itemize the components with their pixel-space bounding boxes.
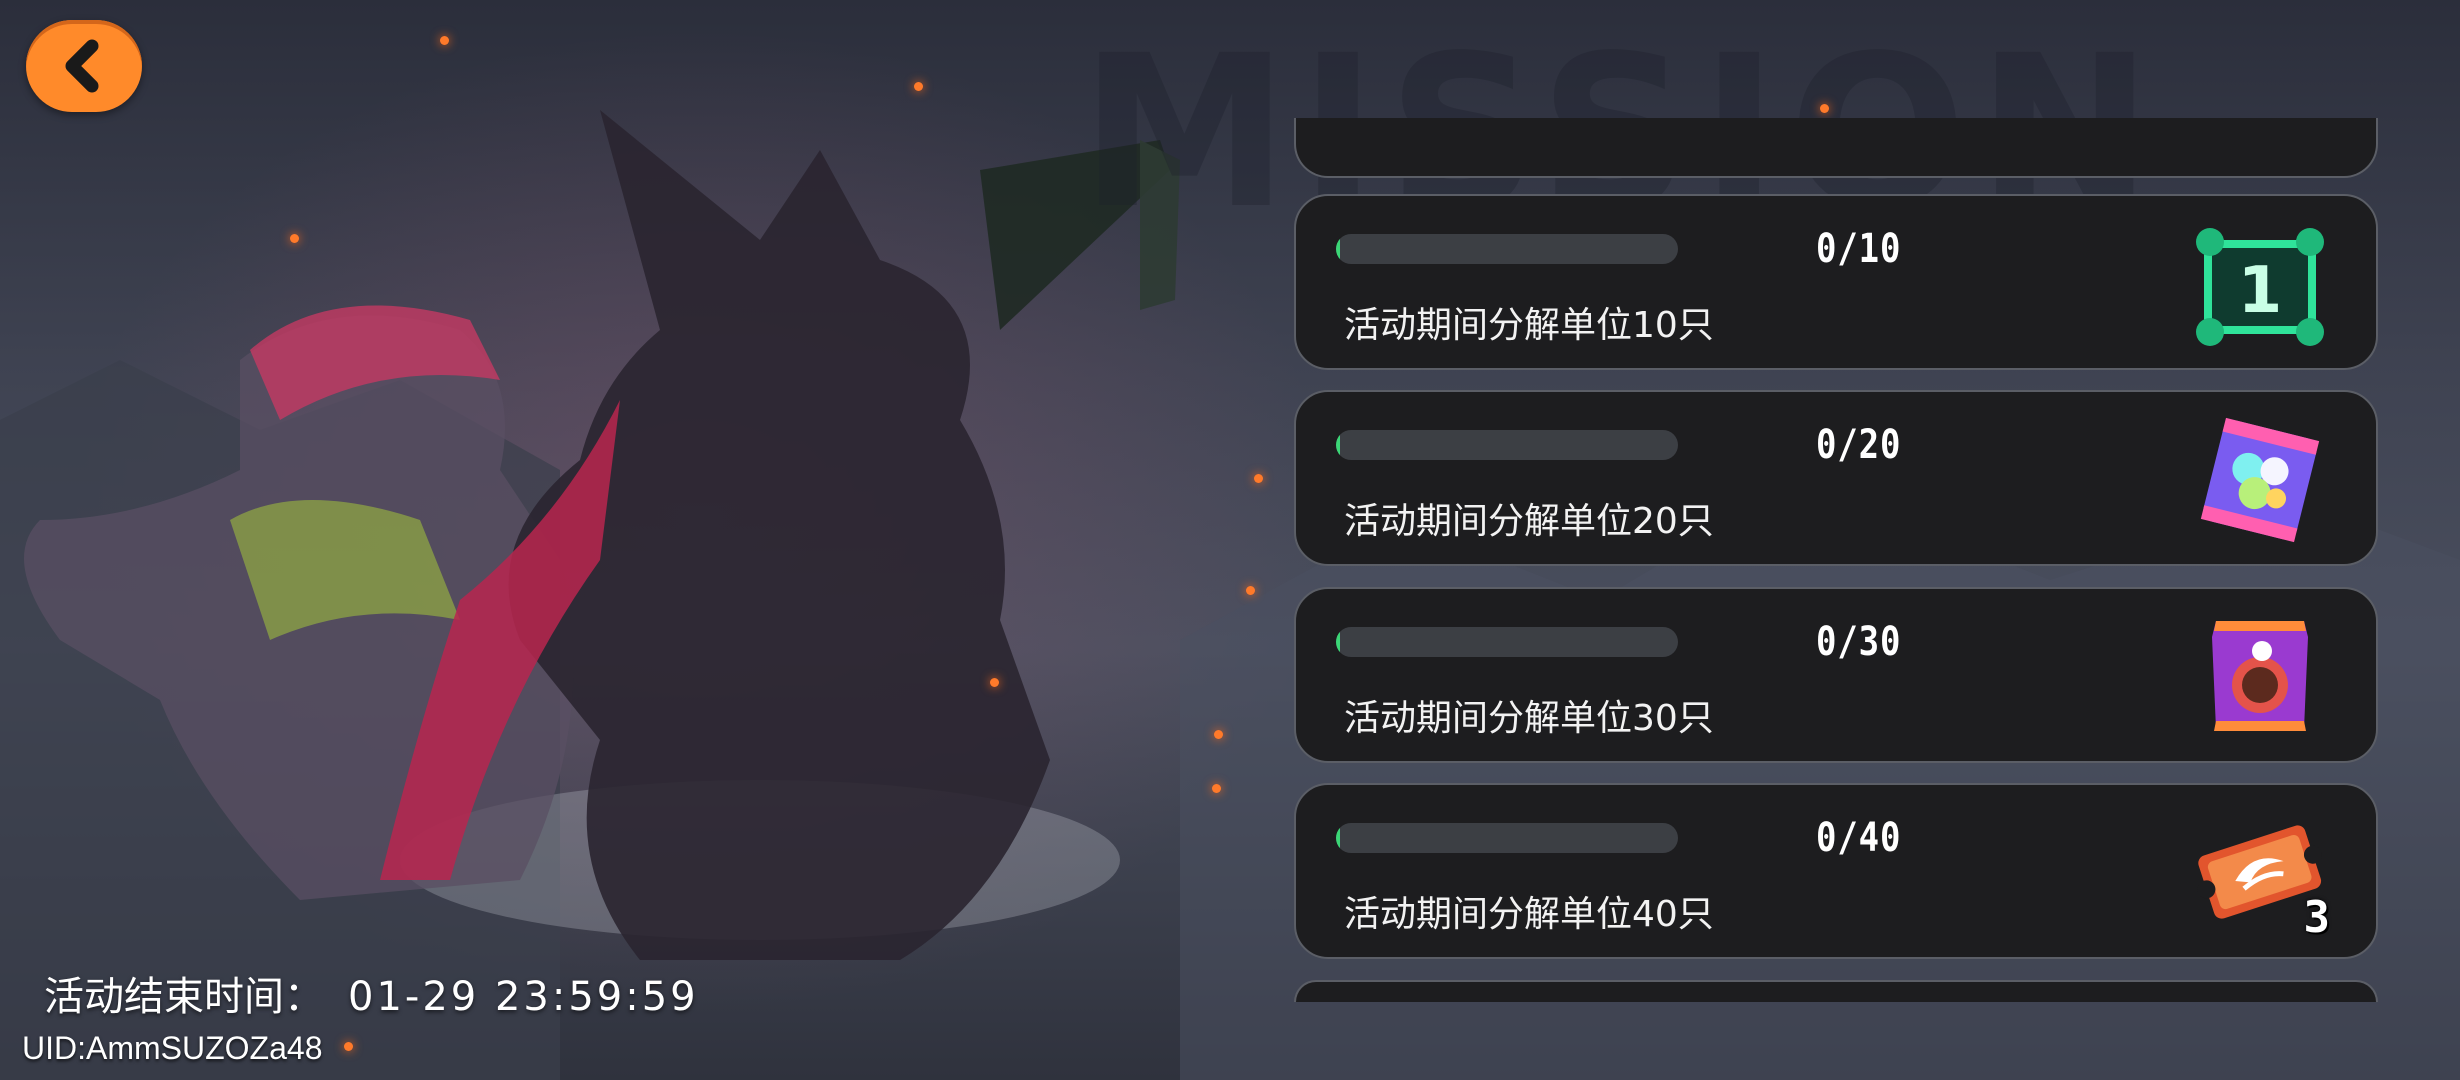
mission-card[interactable]: 0/40 活动期间分解单位40只 3	[1294, 783, 2378, 959]
ember-particle	[290, 234, 299, 243]
reward-item[interactable]	[2190, 410, 2330, 550]
mission-description: 活动期间分解单位20只	[1344, 501, 1714, 542]
end-time-label: 活动结束时间：	[44, 974, 324, 1020]
candy-pack-icon	[2190, 410, 2330, 550]
ember-particle	[1212, 784, 1221, 793]
progress-bar	[1336, 430, 1678, 460]
ember-particle	[914, 82, 923, 91]
ember-particle	[440, 36, 449, 45]
mission-card-partial-bottom	[1294, 980, 2378, 1002]
mission-card[interactable]: 0/10 活动期间分解单位10只 1	[1294, 194, 2378, 370]
progress-bar	[1336, 823, 1678, 853]
event-screen: MISSION 0/10活动期间分解单位10只10/20活动期间分解单位20只0…	[0, 0, 2460, 1080]
progress-count: 0/30	[1816, 619, 1902, 665]
reward-item[interactable]: 3	[2190, 803, 2330, 943]
event-end-time: 活动结束时间： 01-29 23:59:59	[44, 964, 699, 1022]
chevron-left-icon	[65, 39, 99, 93]
progress-start-marker	[1336, 827, 1340, 849]
ember-particle	[1820, 104, 1829, 113]
reward-item[interactable]: 1	[2190, 214, 2330, 354]
user-id: UID:AmmSUZOZa48	[22, 1030, 323, 1066]
progress-start-marker	[1336, 434, 1340, 456]
mission-description: 活动期间分解单位30只	[1344, 698, 1714, 739]
mission-description: 活动期间分解单位10只	[1344, 305, 1714, 346]
ember-particle	[344, 1042, 353, 1051]
mission-description: 活动期间分解单位40只	[1344, 894, 1714, 935]
mission-card-partial-top	[1294, 118, 2378, 178]
ember-particle	[990, 678, 999, 687]
progress-count: 0/10	[1816, 226, 1902, 272]
progress-bar	[1336, 627, 1678, 657]
mission-card[interactable]: 0/20 活动期间分解单位20只	[1294, 390, 2378, 566]
progress-bar	[1336, 234, 1678, 264]
reward-quantity: 3	[2303, 892, 2331, 943]
svg-text:1: 1	[2238, 254, 2283, 328]
mission-card[interactable]: 0/30 活动期间分解单位30只	[1294, 587, 2378, 763]
number-one-token-icon: 1	[2190, 214, 2330, 354]
end-time-value: 01-29 23:59:59	[348, 974, 699, 1020]
ember-particle	[1214, 730, 1223, 739]
back-button[interactable]	[26, 20, 142, 112]
progress-count: 0/20	[1816, 422, 1902, 468]
snack-bag-icon	[2190, 607, 2330, 747]
progress-count: 0/40	[1816, 815, 1902, 861]
reward-item[interactable]	[2190, 607, 2330, 747]
ember-particle	[1246, 586, 1255, 595]
progress-start-marker	[1336, 631, 1340, 653]
progress-start-marker	[1336, 238, 1340, 260]
ember-particle	[1254, 474, 1263, 483]
